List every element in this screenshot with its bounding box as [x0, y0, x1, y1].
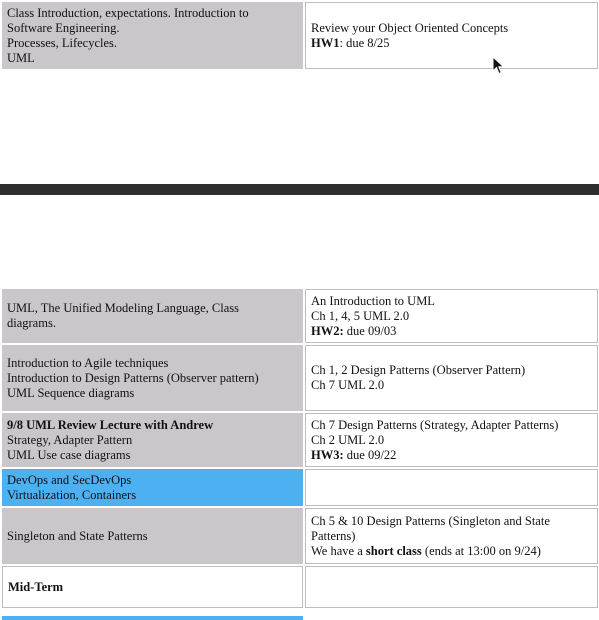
topic-line: diagrams. [7, 316, 56, 330]
reading-text: (ends at 13:00 on 9/24) [421, 543, 541, 558]
topic-line: UML [7, 50, 35, 65]
table-row: Singleton and State Patterns Ch 5 & 10 D… [2, 508, 598, 564]
topic-line: UML Sequence diagrams [7, 385, 135, 400]
homework-line: HW1: due 8/25 [311, 36, 592, 51]
reading-cell [305, 566, 598, 608]
topic-line: Strategy, Adapter Pattern [7, 432, 133, 447]
topic-cell-highlighted: DevOps and SecDevOps Virtualization, Con… [2, 469, 303, 506]
homework-due: : due 8/25 [339, 35, 390, 50]
topic-cell: Introduction to Agile techniques Introdu… [2, 345, 303, 411]
reading-line: Ch 7 Design Patterns (Strategy, Adapter … [311, 417, 559, 432]
table-row: UML, The Unified Modeling Language, Clas… [2, 289, 598, 343]
reading-cell: Ch 1, 2 Design Patterns (Observer Patter… [305, 345, 598, 411]
reading-cell: Ch 7 Design Patterns (Strategy, Adapter … [305, 413, 598, 467]
topic-line: DevOps and SecDevOps [7, 472, 132, 487]
table-row: Introduction to Agile techniques Introdu… [2, 345, 598, 411]
topic-line: UML, The Unified Modeling Language, Clas… [7, 301, 240, 315]
mouse-cursor-icon [492, 56, 505, 75]
reading-text: We have a [311, 543, 366, 558]
topic-cell: Mid-Term [2, 566, 303, 608]
homework-label: HW1 [311, 35, 340, 50]
topic-cell: Class Introduction, expectations. Introd… [2, 2, 303, 69]
reading-line: Ch 1, 2 Design Patterns (Observer Patter… [311, 363, 526, 377]
topic-line-bold: 9/8 UML Review Lecture with Andrew [7, 417, 214, 432]
topic-cell: UML, The Unified Modeling Language, Clas… [2, 289, 303, 343]
reading-line: Ch 5 & 10 Design Patterns (Singleton and… [311, 513, 550, 543]
topic-cell: 9/8 UML Review Lecture with Andrew Strat… [2, 413, 303, 467]
table-row: 9/8 UML Review Lecture with Andrew Strat… [2, 413, 598, 467]
table-row: Class Introduction, expectations. Introd… [2, 2, 598, 69]
reading-line: Ch 2 UML 2.0 [311, 432, 385, 447]
reading-cell [305, 469, 598, 506]
table-row: Mid-Term [2, 566, 598, 608]
reading-cell: Review your Object Oriented Concepts HW1… [305, 2, 598, 69]
section-divider [0, 184, 599, 195]
reading-line: Ch 1, 4, 5 UML 2.0 [311, 308, 410, 323]
schedule-table-main: UML, The Unified Modeling Language, Clas… [0, 287, 599, 610]
reading-text-bold: short class [365, 543, 422, 558]
topic-line: Processes, Lifecycles. [7, 35, 118, 50]
topic-line: Virtualization, Containers [7, 487, 137, 502]
topic-line: Introduction to Agile techniques [7, 355, 169, 370]
reading-cell: Ch 5 & 10 Design Patterns (Singleton and… [305, 508, 598, 564]
topic-line: Singleton and State Patterns [7, 528, 148, 543]
homework-line: HW3: due 09/22 [311, 448, 592, 463]
table-row: DevOps and SecDevOps Virtualization, Con… [2, 469, 598, 506]
homework-due: due 09/22 [343, 447, 397, 462]
reading-line: Ch 7 UML 2.0 [311, 378, 385, 392]
topic-line: Class Introduction, expectations. Introd… [7, 5, 249, 20]
reading-cell: An Introduction to UML Ch 1, 4, 5 UML 2.… [305, 289, 598, 343]
homework-label: HW2: [311, 323, 344, 338]
partial-row-highlight [2, 616, 303, 620]
reading-line: An Introduction to UML [311, 293, 435, 308]
topic-line: Introduction to Design Patterns (Observe… [7, 370, 259, 385]
topic-cell: Singleton and State Patterns [2, 508, 303, 564]
topic-line-bold: Mid-Term [8, 579, 64, 594]
reading-line: We have a short class (ends at 13:00 on … [311, 544, 592, 559]
reading-line: Review your Object Oriented Concepts [311, 20, 509, 35]
topic-line: UML Use case diagrams [7, 447, 131, 462]
homework-due: due 09/03 [343, 323, 397, 338]
homework-label: HW3: [311, 447, 344, 462]
homework-line: HW2: due 09/03 [311, 324, 592, 339]
topic-line: Software Engineering. [7, 20, 120, 35]
schedule-table-top: Class Introduction, expectations. Introd… [0, 0, 599, 71]
